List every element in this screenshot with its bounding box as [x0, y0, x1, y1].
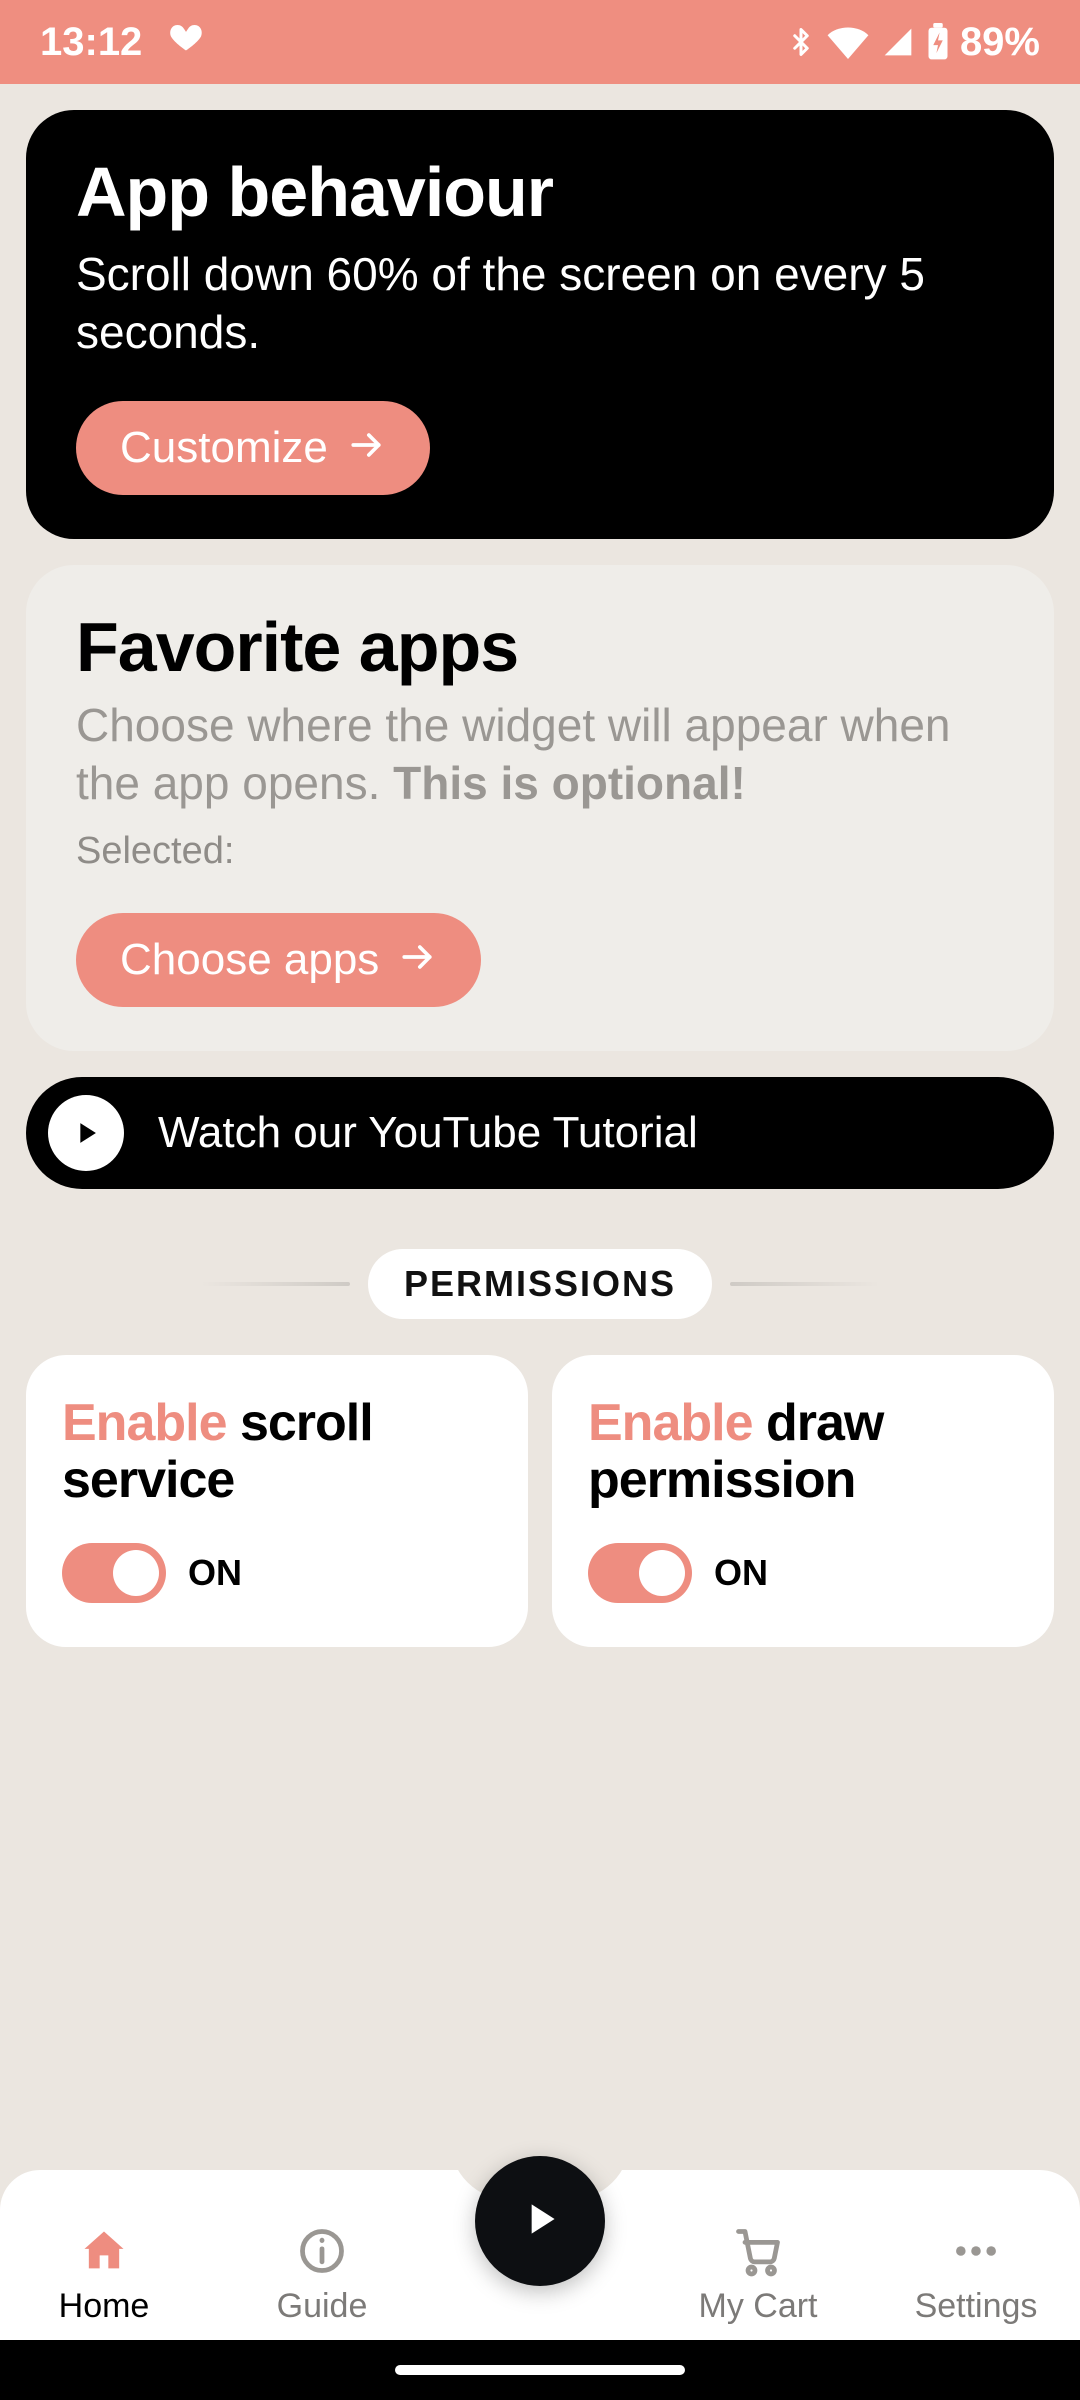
youtube-tutorial-label: Watch our YouTube Tutorial [158, 1108, 698, 1158]
info-circle-icon [296, 2225, 348, 2277]
permission-title: Enable draw permission [588, 1395, 1018, 1509]
status-left: 13:12 [40, 19, 204, 65]
nav-item-label: Settings [915, 2287, 1038, 2326]
status-right: 89% [786, 20, 1040, 65]
favorite-apps-card: Favorite apps Choose where the widget wi… [26, 565, 1054, 1051]
status-time: 13:12 [40, 20, 142, 65]
arrow-right-icon [346, 423, 386, 473]
choose-apps-button-label: Choose apps [120, 935, 379, 985]
divider-line [730, 1282, 880, 1286]
favorite-apps-desc: Choose where the widget will appear when… [76, 697, 1004, 812]
play-circle-icon [48, 1095, 124, 1171]
nav-item-home[interactable]: Home [24, 2225, 184, 2326]
divider-line [200, 1282, 350, 1286]
permission-card-draw-permission: Enable draw permission ON [552, 1355, 1054, 1647]
favorite-apps-selected: Selected: [76, 830, 1004, 873]
nav-item-my-cart[interactable]: My Cart [678, 2225, 838, 2326]
app-behaviour-title: App behaviour [76, 152, 1004, 232]
nav-item-label: Home [59, 2287, 150, 2326]
permission-toggle-row: ON [588, 1543, 1018, 1603]
toggle-knob [639, 1550, 685, 1596]
permission-card-scroll-service: Enable scroll service ON [26, 1355, 528, 1647]
nav-item-label: My Cart [699, 2287, 818, 2326]
favorite-apps-desc-bold: This is optional! [393, 757, 746, 809]
youtube-tutorial-button[interactable]: Watch our YouTube Tutorial [26, 1077, 1054, 1189]
content-scroll[interactable]: App behaviour Scroll down 60% of the scr… [0, 84, 1080, 1673]
permissions-section-label: PERMISSIONS [368, 1249, 712, 1319]
permission-title: Enable scroll service [62, 1395, 492, 1509]
more-horizontal-icon [950, 2225, 1002, 2277]
app-behaviour-desc: Scroll down 60% of the screen on every 5… [76, 246, 1004, 361]
play-icon [515, 2194, 565, 2249]
app-root: App behaviour Scroll down 60% of the scr… [0, 84, 1080, 2340]
permissions-section-divider: PERMISSIONS [26, 1249, 1054, 1319]
system-nav-bar [0, 2340, 1080, 2400]
wifi-icon [826, 25, 870, 59]
permissions-row: Enable scroll service ON Enable draw per… [26, 1355, 1054, 1647]
draw-permission-toggle[interactable] [588, 1543, 692, 1603]
scroll-service-toggle-state: ON [188, 1552, 242, 1594]
gesture-pill[interactable] [395, 2365, 685, 2375]
nav-item-label: Guide [277, 2287, 368, 2326]
choose-apps-button[interactable]: Choose apps [76, 913, 481, 1007]
heart-rate-icon [168, 19, 204, 65]
scroll-service-toggle[interactable] [62, 1543, 166, 1603]
play-fab-button[interactable] [475, 2156, 605, 2286]
favorite-apps-title: Favorite apps [76, 607, 1004, 687]
customize-button[interactable]: Customize [76, 401, 430, 495]
cart-icon [732, 2225, 784, 2277]
bluetooth-icon [786, 25, 816, 59]
battery-icon [926, 23, 950, 61]
permission-toggle-row: ON [62, 1543, 492, 1603]
bottom-nav-wrap: Home Guide My Cart Settings [0, 2140, 1080, 2340]
battery-text: 89% [960, 20, 1040, 65]
permission-title-accent: Enable [588, 1394, 753, 1452]
app-behaviour-card: App behaviour Scroll down 60% of the scr… [26, 110, 1054, 539]
draw-permission-toggle-state: ON [714, 1552, 768, 1594]
arrow-right-icon [397, 935, 437, 985]
status-bar: 13:12 89% [0, 0, 1080, 84]
nav-item-guide[interactable]: Guide [242, 2225, 402, 2326]
permission-title-accent: Enable [62, 1394, 227, 1452]
customize-button-label: Customize [120, 423, 328, 473]
toggle-knob [113, 1550, 159, 1596]
nav-item-settings[interactable]: Settings [896, 2225, 1056, 2326]
home-icon [78, 2225, 130, 2277]
cellular-icon [880, 26, 916, 58]
